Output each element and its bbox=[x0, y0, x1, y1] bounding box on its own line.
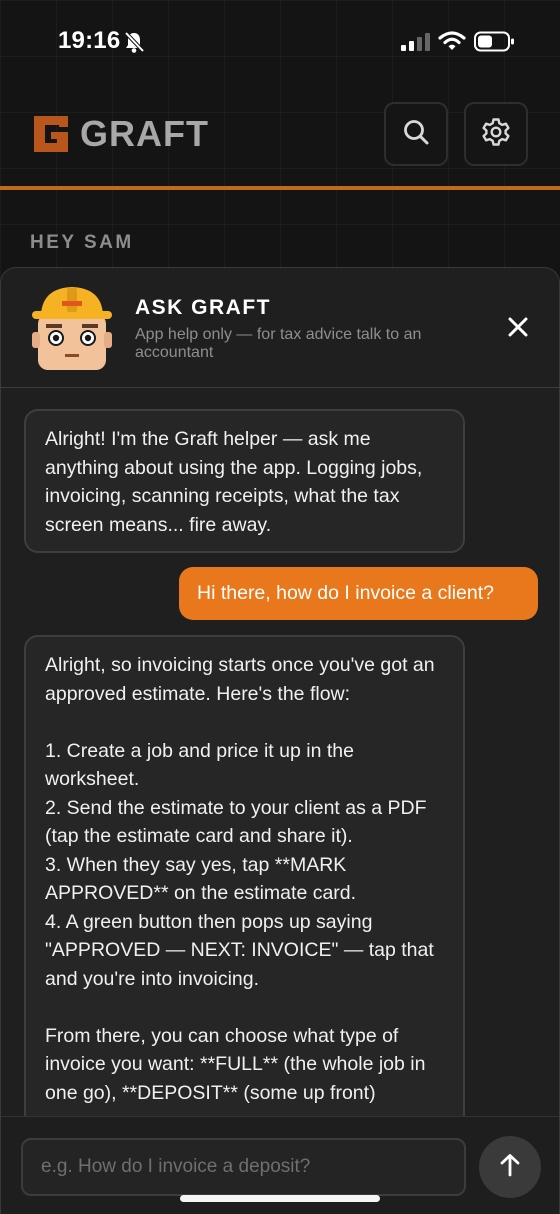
message-input[interactable] bbox=[21, 1138, 466, 1196]
sheet-title: ASK GRAFT bbox=[135, 296, 271, 319]
assistant-message: Alright, so invoicing starts once you've… bbox=[24, 635, 465, 1116]
ask-graft-sheet: ASK GRAFT App help only — for tax advice… bbox=[0, 267, 560, 1214]
sheet-header: ASK GRAFT App help only — for tax advice… bbox=[1, 268, 559, 388]
mascot-avatar bbox=[29, 284, 115, 379]
cellular-signal-icon bbox=[401, 32, 431, 57]
battery-icon bbox=[474, 31, 516, 58]
user-message: Hi there, how do I invoice a client? bbox=[179, 567, 538, 620]
send-button[interactable] bbox=[479, 1136, 541, 1198]
graft-logo-icon bbox=[32, 114, 70, 159]
close-icon bbox=[507, 316, 529, 343]
message-list[interactable]: Alright! I'm the Graft helper — ask me a… bbox=[1, 388, 559, 1116]
home-indicator bbox=[180, 1195, 380, 1202]
greeting-text: HEY SAM bbox=[30, 232, 134, 253]
status-bar: 19:16 bbox=[0, 0, 560, 86]
sheet-subtitle: App help only — for tax advice talk to a… bbox=[135, 326, 422, 361]
bell-slash-icon bbox=[123, 30, 145, 59]
search-button[interactable] bbox=[384, 102, 448, 166]
app-header: GRAFT bbox=[0, 86, 560, 186]
search-icon bbox=[402, 118, 430, 151]
settings-button[interactable] bbox=[464, 102, 528, 166]
header-divider bbox=[0, 186, 560, 190]
gear-icon bbox=[481, 117, 511, 152]
arrow-up-icon bbox=[497, 1152, 523, 1183]
status-time: 19:16 bbox=[58, 27, 121, 54]
close-button[interactable] bbox=[501, 312, 535, 346]
wifi-icon bbox=[438, 30, 466, 57]
assistant-message: Alright! I'm the Graft helper — ask me a… bbox=[24, 409, 465, 553]
app-logo-text: GRAFT bbox=[80, 113, 209, 154]
